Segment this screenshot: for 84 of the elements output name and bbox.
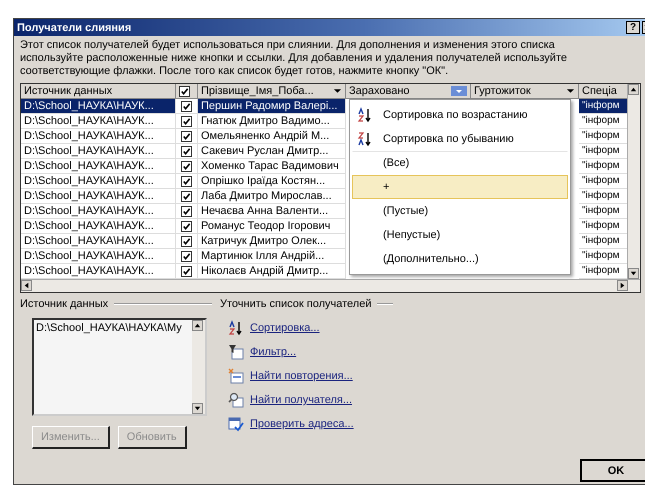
table-cell: Лаба Дмитро Мирослав...	[198, 189, 346, 204]
table-cell: Омельяненко Андрій М...	[198, 129, 346, 144]
table-cell: D:\School_НАУКА\НАУК...	[21, 144, 176, 159]
column-header[interactable]: Прізвище_Імя_Поба...	[198, 84, 346, 99]
checkbox[interactable]	[181, 160, 192, 172]
table-cell: D:\School_НАУКА\НАУК...	[21, 99, 176, 114]
column-header[interactable]	[176, 84, 198, 99]
instructions-text: Этот список получателей будет использоваться при слиянии. Для дополнения и изменения этого списка используйте расположенные ниже кнопки и ссылки. Для добавления и удаления получателей используйте соответствующие флажки. После того как список будет готов, нажмите кнопку "ОК".	[20, 39, 568, 78]
menu-item[interactable]: (Пустые)	[352, 199, 568, 223]
checklist-icon	[228, 416, 244, 432]
menu-item[interactable]: +	[352, 175, 568, 199]
scroll-up-icon[interactable]	[192, 320, 203, 331]
table-cell: Сакевич Руслан Дмитр...	[198, 144, 346, 159]
table-cell: D:\School_НАУКА\НАУК...	[21, 159, 176, 174]
menu-item[interactable]: (Непустые)	[352, 223, 568, 247]
table-cell: Нечаєва Анна Валенти...	[198, 204, 346, 219]
link[interactable]: Сортировка...	[250, 322, 320, 334]
column-header[interactable]: Гуртожиток	[471, 84, 579, 99]
checkbox[interactable]	[181, 190, 192, 202]
link[interactable]: Проверить адреса...	[250, 418, 354, 430]
section-label: Источник данных	[20, 298, 108, 310]
column-label: Прізвище_Імя_Поба...	[201, 85, 315, 97]
scroll-right-icon[interactable]	[617, 280, 628, 291]
table-cell: Катричук Дмитро Олек...	[198, 234, 346, 249]
table-cell: D:\School_НАУКА\НАУК...	[21, 129, 176, 144]
duplicates-icon	[228, 368, 244, 384]
table-cell: Романус Теодор Ігорович	[198, 219, 346, 234]
column-label: Зараховано	[349, 85, 411, 97]
column-header[interactable]: Зараховано	[346, 84, 471, 99]
scroll-left-icon[interactable]	[21, 280, 32, 291]
table-cell: D:\School_НАУКА\НАУК...	[21, 189, 176, 204]
filter-icon	[228, 344, 244, 360]
table-cell: D:\School_НАУКА\НАУК...	[21, 204, 176, 219]
checkbox[interactable]	[181, 266, 192, 276]
checkbox[interactable]	[181, 220, 192, 232]
table-cell: D:\School_НАУКА\НАУК...	[21, 249, 176, 264]
column-header[interactable]: Источник данных	[21, 84, 176, 99]
help-button[interactable]: ?	[626, 21, 640, 34]
scroll-up-icon[interactable]	[628, 84, 640, 95]
column-label: Источник данных	[24, 85, 114, 97]
link[interactable]: Фильтр...	[250, 346, 296, 358]
checkbox[interactable]	[181, 250, 192, 262]
filter-dropdown-icon[interactable]	[451, 86, 467, 96]
column-label: Гуртожиток	[474, 85, 532, 97]
checkbox[interactable]	[181, 206, 192, 216]
list-item[interactable]: D:\School_НАУКА\НАУКА\Му	[36, 322, 192, 334]
dropdown-arrow-icon[interactable]	[333, 88, 342, 94]
table-cell: D:\School_НАУКА\НАУК...	[21, 219, 176, 234]
table-cell: "інформ	[579, 99, 628, 114]
table-cell: D:\School_НАУКА\НАУК...	[21, 234, 176, 249]
checkbox[interactable]	[181, 236, 192, 246]
dropdown-arrow-icon[interactable]	[566, 88, 575, 94]
checkbox[interactable]	[181, 116, 192, 126]
table-cell: D:\School_НАУКА\НАУК...	[21, 114, 176, 129]
sort-descending-icon	[357, 131, 373, 147]
data-source-list[interactable]: D:\School_НАУКА\НАУКА\Му	[32, 318, 207, 416]
scroll-down-icon[interactable]	[628, 268, 640, 279]
horizontal-scrollbar[interactable]	[21, 279, 640, 292]
link[interactable]: Найти повторения...	[250, 370, 353, 382]
scroll-down-icon[interactable]	[192, 403, 203, 414]
menu-item[interactable]: (Дополнительно...)	[352, 247, 568, 271]
checkbox[interactable]	[181, 146, 192, 156]
table-cell: Мартинюк Ілля Андрій...	[198, 249, 346, 264]
checkbox[interactable]	[181, 130, 192, 142]
checkbox[interactable]	[181, 176, 192, 186]
link[interactable]: Найти получателя...	[250, 394, 352, 406]
column-label: Спеціа	[582, 85, 618, 97]
menu-item[interactable]: Сортировка по возрастанию	[352, 103, 568, 127]
magnifier-icon	[228, 392, 244, 408]
table-cell: Хоменко Тарас Вадимович	[198, 159, 346, 174]
menu-item[interactable]: Сортировка по убыванию	[352, 127, 568, 151]
sort-icon	[228, 320, 244, 336]
table-cell: Гнатюк Дмитро Вадимо...	[198, 114, 346, 129]
checkbox[interactable]	[181, 100, 192, 112]
window-title: Получатели слияния	[17, 22, 132, 34]
sort-ascending-icon	[357, 107, 373, 123]
table-cell: Опрішко Іраїда Костян...	[198, 174, 346, 189]
section-label: Уточнить список получателей	[220, 298, 372, 310]
checkbox[interactable]	[179, 86, 190, 96]
table-cell: Першин Радомир Валері...	[198, 99, 346, 114]
ok-button[interactable]: OK	[580, 459, 645, 482]
column-header[interactable]: Спеціа	[579, 84, 628, 99]
table-cell: D:\School_НАУКА\НАУК...	[21, 174, 176, 189]
vertical-scrollbar[interactable]	[627, 84, 640, 279]
